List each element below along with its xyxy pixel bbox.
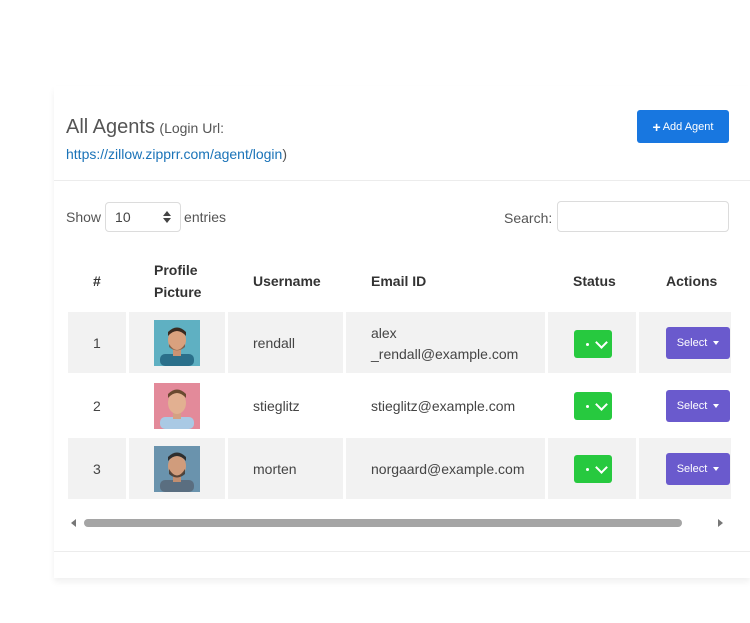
chevron-down-icon	[595, 397, 608, 411]
card-header: All Agents (Login Url: https://zillow.zi…	[54, 86, 750, 181]
email-line-2: _rendall@example.com	[371, 346, 519, 362]
action-select-label: Select	[676, 400, 708, 412]
login-url-link[interactable]: https://zillow.zipprr.com/agent/login	[66, 146, 282, 162]
action-select-button[interactable]: Select	[666, 390, 730, 422]
action-select-button[interactable]: Select	[666, 327, 730, 359]
email: stieglitz@example.com	[371, 398, 516, 414]
page-title: All Agents	[66, 116, 155, 138]
status-indicator	[586, 468, 589, 471]
entries-select[interactable]: 10	[105, 202, 182, 232]
footer-divider	[54, 551, 750, 552]
column-header-username[interactable]: Username	[253, 270, 321, 292]
show-entries: Show 10 entries	[66, 202, 226, 232]
search-label: Search:	[504, 210, 553, 226]
show-label: Show	[66, 209, 102, 225]
caret-down-icon	[713, 404, 720, 408]
status-indicator	[586, 405, 589, 408]
add-agent-label: Add Agent	[662, 120, 714, 133]
scrollbar-thumb[interactable]	[84, 519, 682, 527]
column-header-actions[interactable]: Actions	[666, 270, 717, 292]
row-number: 3	[93, 461, 101, 477]
chevron-down-icon	[595, 335, 608, 349]
row-number: 2	[93, 398, 101, 414]
status-select[interactable]	[574, 455, 612, 483]
column-header-status[interactable]: Status	[573, 270, 616, 292]
entries-value: 10	[115, 209, 131, 225]
status-indicator	[586, 343, 589, 346]
entries-label: entries	[184, 209, 227, 225]
scroll-left-arrow[interactable]	[71, 519, 76, 527]
username: rendall	[253, 335, 296, 351]
title-line: All Agents (Login Url:	[66, 116, 224, 139]
caret-down-icon	[713, 341, 720, 345]
caret-down-icon	[713, 467, 720, 471]
column-header-number[interactable]: #	[93, 270, 101, 292]
scroll-right-arrow[interactable]	[718, 519, 723, 527]
login-url-close: )	[282, 146, 288, 162]
row-number: 1	[93, 335, 101, 351]
status-select[interactable]	[574, 392, 612, 420]
status-select[interactable]	[574, 330, 612, 358]
action-select-button[interactable]: Select	[666, 453, 730, 485]
email-line-1: alex	[371, 325, 397, 341]
updown-icon	[163, 211, 172, 223]
username: morten	[253, 461, 297, 477]
avatar	[154, 320, 200, 366]
email: norgaard@example.com	[371, 461, 525, 477]
column-header-profile-picture[interactable]: Profile Picture	[154, 259, 214, 303]
username: stieglitz	[253, 398, 300, 414]
chevron-down-icon	[595, 460, 608, 474]
column-header-email[interactable]: Email ID	[371, 270, 426, 292]
action-select-label: Select	[676, 463, 708, 475]
plus-icon: +	[652, 118, 661, 135]
search-input[interactable]	[557, 201, 729, 232]
avatar	[154, 383, 200, 429]
avatar	[154, 446, 200, 492]
login-url-label: (Login Url:	[159, 120, 224, 136]
login-url-line: https://zillow.zipprr.com/agent/login)	[66, 146, 287, 162]
action-select-label: Select	[676, 337, 708, 349]
add-agent-button[interactable]: + Add Agent	[637, 110, 729, 143]
